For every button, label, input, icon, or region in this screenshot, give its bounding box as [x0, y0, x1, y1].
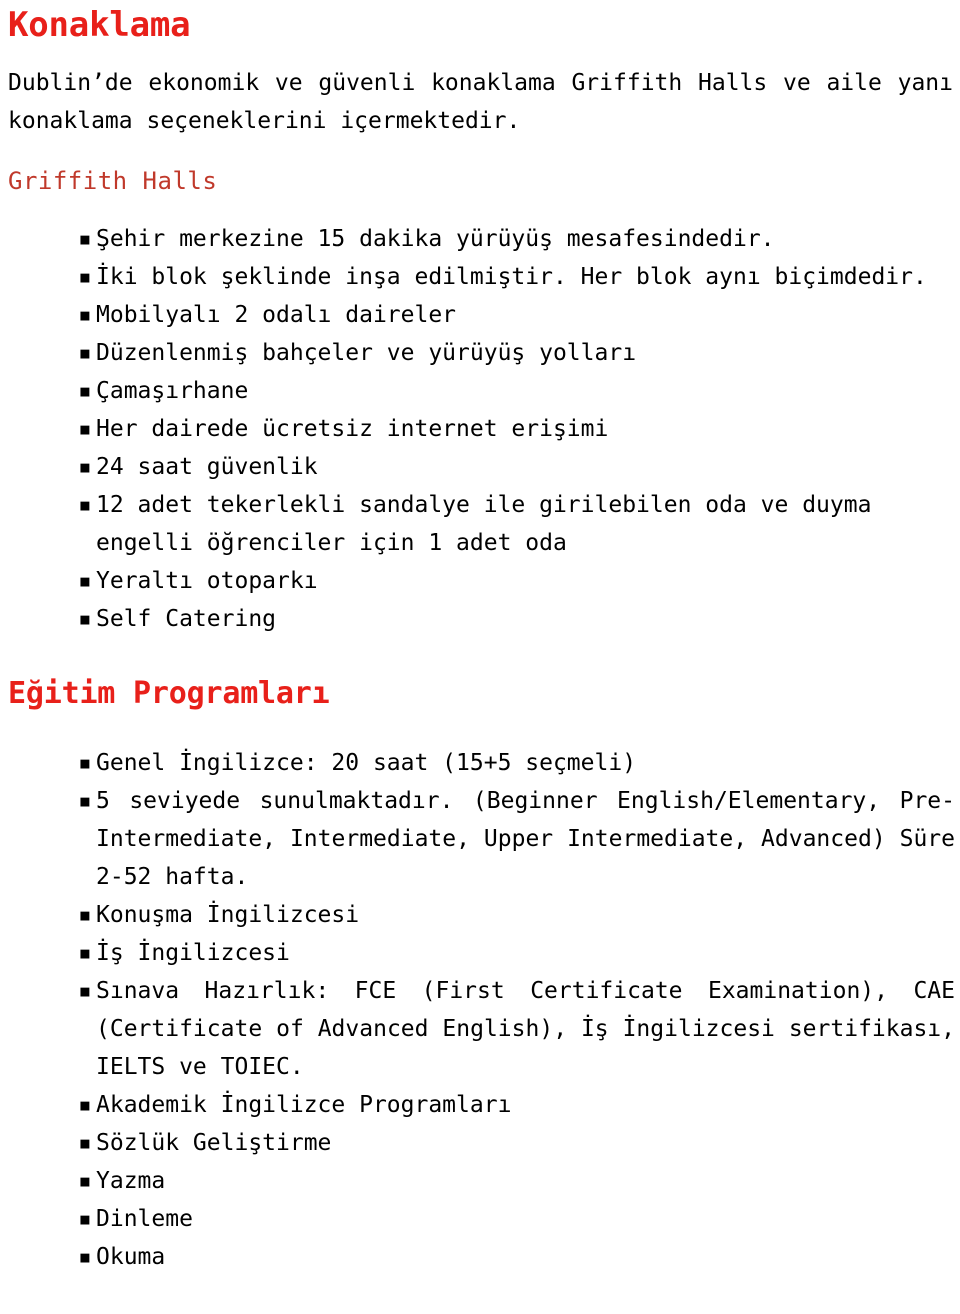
bullet-square-icon: ▪: [78, 978, 92, 1004]
list-item: ▪ Şehir merkezine 15 dakika yürüyüş mesa…: [78, 220, 955, 258]
list-item-label: 5 seviyede sunulmaktadır. (Beginner Engl…: [96, 788, 955, 890]
list-item-label: Sınava Hazırlık: FCE (First Certificate …: [96, 978, 955, 1080]
bullet-square-icon: ▪: [78, 1244, 92, 1270]
section-heading-griffith-halls: Griffith Halls: [8, 167, 218, 195]
list-item-label: Düzenlenmiş bahçeler ve yürüyüş yolları: [96, 340, 637, 366]
list-item-label: Akademik İngilizce Programları: [96, 1092, 512, 1118]
list-item: ▪ Çamaşırhane: [78, 372, 955, 410]
list-item-label: Genel İngilizce: 20 saat (15+5 seçmeli): [96, 750, 637, 776]
list-item: ▪ İki blok şeklinde inşa edilmiştir. Her…: [78, 258, 955, 296]
list-item-label: Yeraltı otoparkı: [96, 568, 318, 594]
list-item: ▪ 12 adet tekerlekli sandalye ile girile…: [78, 486, 955, 562]
list-item-label: 12 adet tekerlekli sandalye ile girilebi…: [96, 492, 872, 556]
list-item: ▪ Düzenlenmiş bahçeler ve yürüyüş yollar…: [78, 334, 955, 372]
list-item-label: Okuma: [96, 1244, 166, 1270]
bullet-square-icon: ▪: [78, 378, 92, 404]
bullet-square-icon: ▪: [78, 264, 92, 290]
list-item: ▪ Mobilyalı 2 odalı daireler: [78, 296, 955, 334]
list-item-label: Yazma: [96, 1168, 166, 1194]
list-item: ▪ 24 saat güvenlik: [78, 448, 955, 486]
list-item: ▪ Yeraltı otoparkı: [78, 562, 955, 600]
bullet-square-icon: ▪: [78, 226, 92, 252]
list-item-label: Her dairede ücretsiz internet erişimi: [96, 416, 609, 442]
bullet-square-icon: ▪: [78, 1092, 92, 1118]
list-item-label: Sözlük Geliştirme: [96, 1130, 332, 1156]
list-item: ▪ Konuşma İngilizcesi: [78, 896, 955, 934]
bullet-square-icon: ▪: [78, 302, 92, 328]
list-item: ▪ Dinleme: [78, 1200, 955, 1238]
list-item: ▪ Okuma: [78, 1238, 955, 1276]
bullet-square-icon: ▪: [78, 902, 92, 928]
list-item-label: Konuşma İngilizcesi: [96, 902, 360, 928]
list-item-label: Self Catering: [96, 606, 277, 632]
list-item-label: Mobilyalı 2 odalı daireler: [96, 302, 457, 328]
list-item: ▪ Sözlük Geliştirme: [78, 1124, 955, 1162]
bullet-square-icon: ▪: [78, 1206, 92, 1232]
list-item-label: İş İngilizcesi: [96, 940, 290, 966]
bullet-square-icon: ▪: [78, 454, 92, 480]
page-title: Konaklama: [8, 5, 191, 45]
list-item: ▪ İş İngilizcesi: [78, 934, 955, 972]
bullet-square-icon: ▪: [78, 750, 92, 776]
bullet-square-icon: ▪: [78, 1168, 92, 1194]
intro-paragraph: Dublin’de ekonomik ve güvenli konaklama …: [8, 70, 953, 134]
griffith-halls-list: ▪ Şehir merkezine 15 dakika yürüyüş mesa…: [8, 220, 955, 638]
list-item: ▪ Sınava Hazırlık: FCE (First Certificat…: [78, 972, 955, 1086]
document-page: Konaklama Dublin’de ekonomik ve güvenli …: [0, 4, 960, 1314]
list-item: ▪ Yazma: [78, 1162, 955, 1200]
list-item-label: Çamaşırhane: [96, 378, 249, 404]
egitim-programlari-list: ▪ Genel İngilizce: 20 saat (15+5 seçmeli…: [8, 744, 955, 1276]
bullet-square-icon: ▪: [78, 492, 92, 518]
bullet-square-icon: ▪: [78, 1130, 92, 1156]
list-item-label: 24 saat güvenlik: [96, 454, 318, 480]
list-item: ▪ Self Catering: [78, 600, 955, 638]
list-item-label: İki blok şeklinde inşa edilmiştir. Her b…: [96, 264, 927, 290]
list-item-label: Dinleme: [96, 1206, 193, 1232]
list-item: ▪ Her dairede ücretsiz internet erişimi: [78, 410, 955, 448]
list-item: ▪ Genel İngilizce: 20 saat (15+5 seçmeli…: [78, 744, 955, 782]
bullet-square-icon: ▪: [78, 568, 92, 594]
bullet-square-icon: ▪: [78, 940, 92, 966]
list-item-label: Şehir merkezine 15 dakika yürüyüş mesafe…: [96, 226, 775, 252]
list-item: ▪ Akademik İngilizce Programları: [78, 1086, 955, 1124]
list-item: ▪ 5 seviyede sunulmaktadır. (Beginner En…: [78, 782, 955, 896]
bullet-square-icon: ▪: [78, 340, 92, 366]
bullet-square-icon: ▪: [78, 416, 92, 442]
section-heading-egitim-programlari: Eğitim Programları: [8, 676, 330, 711]
bullet-square-icon: ▪: [78, 788, 92, 814]
bullet-square-icon: ▪: [78, 606, 92, 632]
